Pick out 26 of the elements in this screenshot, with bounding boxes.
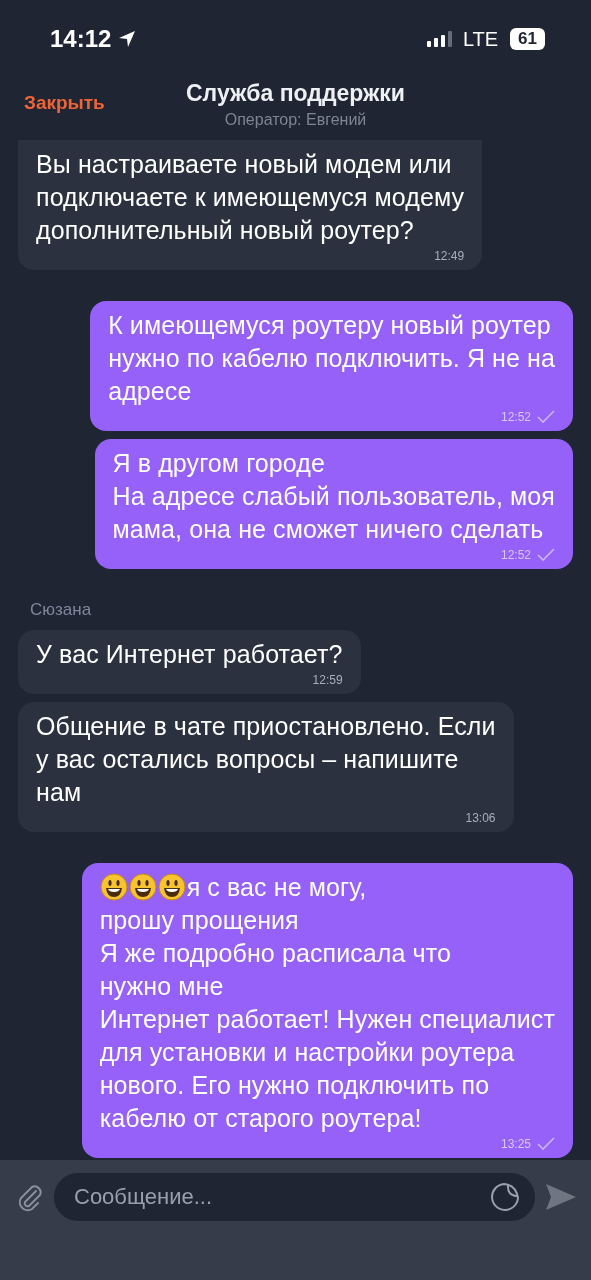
location-arrow-icon: [117, 29, 138, 49]
message-text: Вы настраиваете новый модем или подключаете к имеющемуся модему дополнительный новый роутер?: [36, 150, 465, 244]
message-text: Общение в чате приостановлено. Если у вас остались вопросы – напишите нам: [36, 712, 496, 806]
message-input-text[interactable]: Сообщение...: [72, 1183, 489, 1211]
chat-title: Служба поддержки: [186, 80, 405, 107]
message-text: У вас Интернет работает?: [36, 640, 343, 668]
message-text: Я в другом городе На адресе слабый пользователь, моя мама, она не сможет ничего сделать: [112, 449, 555, 543]
send-icon[interactable]: [545, 1183, 577, 1211]
message-time: 12:59: [312, 672, 343, 689]
message-time: 12:52: [500, 547, 531, 564]
attach-icon[interactable]: [16, 1183, 44, 1213]
message-time: 12:49: [434, 248, 465, 265]
message-time: 13:25: [500, 1136, 531, 1153]
message-text: я с вас не могу, прошу прощения Я же подробно расписала что нужно мне Интернет работает! Нужен специалист для установки и настройки роутера нового. Его нужно подключить по кабелю от старого роутера!: [99, 873, 555, 1132]
close-button[interactable]: Закрыть: [24, 92, 105, 114]
sticker-icon[interactable]: [489, 1181, 521, 1213]
status-time: 14:12: [50, 25, 112, 53]
sender-name: Сюзана: [30, 600, 92, 620]
operator-subtitle: Оператор: Евгений: [224, 111, 367, 129]
battery-indicator: 61: [510, 28, 545, 50]
message-text: К имеющемуся роутеру новый роутер нужно по кабелю подключить. Я не на адресе: [108, 311, 555, 405]
message-input[interactable]: Сообщение...: [54, 1173, 535, 1221]
message-time: 13:06: [465, 810, 496, 827]
signal-icon: [426, 31, 453, 47]
network-label: LTE: [462, 27, 499, 51]
message-time: 12:52: [500, 409, 531, 426]
